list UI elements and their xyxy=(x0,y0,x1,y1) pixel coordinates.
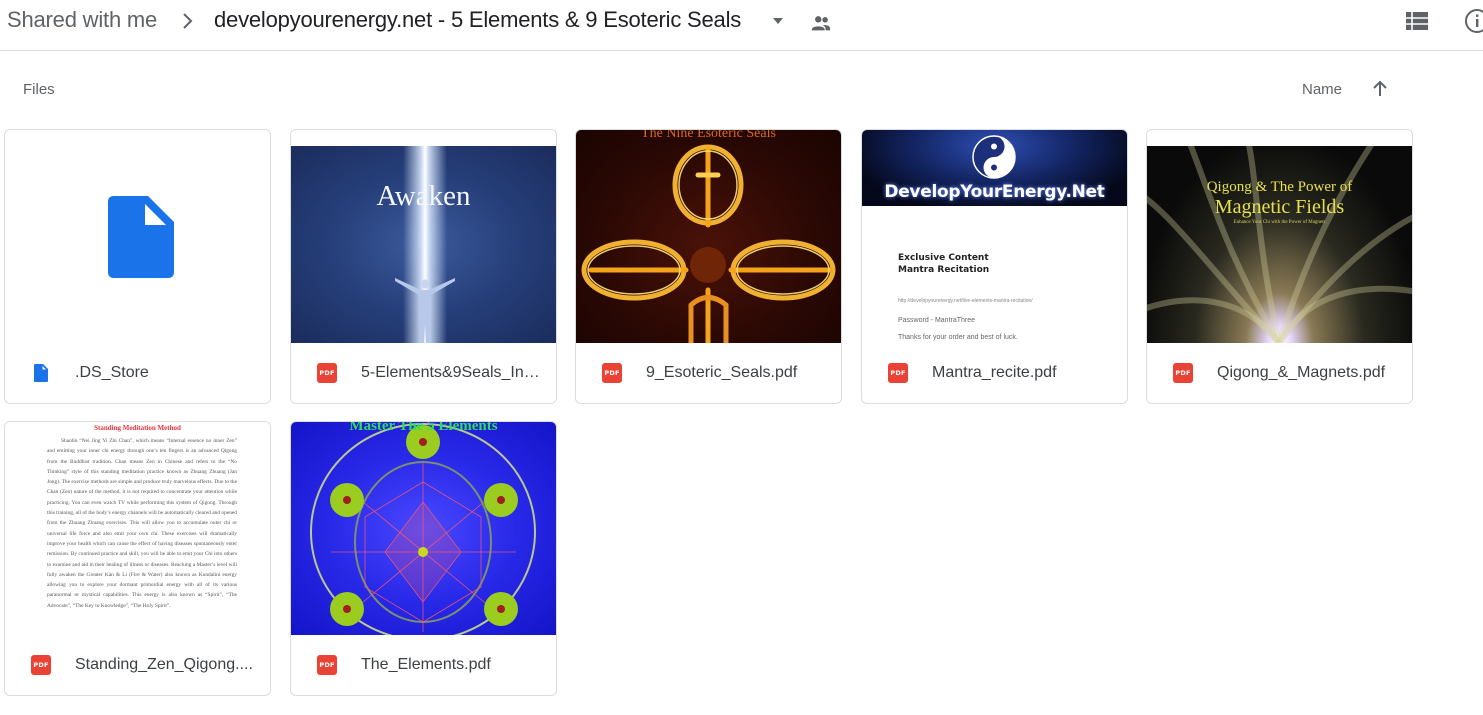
card-footer: PDF The_Elements.pdf xyxy=(291,635,556,695)
thumbnail-subtitle: Enhance Your Chi with the Power of Magne… xyxy=(1233,220,1326,225)
breadcrumb-shared-with-me[interactable]: Shared with me xyxy=(7,7,157,33)
magnetic-field-lines xyxy=(1147,146,1412,343)
card-footer: PDF Qigong_&_Magnets.pdf xyxy=(1147,343,1412,403)
thumbnail-title: Master The 5 Elements xyxy=(349,422,498,434)
people-icon xyxy=(811,16,831,31)
file-card[interactable]: The Nine Esoteric Seals PDF 9_Esoteric_S… xyxy=(575,129,842,404)
pdf-icon: PDF xyxy=(317,363,337,383)
pdf-icon: PDF xyxy=(1173,363,1193,383)
sort-by-name-button[interactable]: Name xyxy=(1302,81,1342,98)
pdf-icon: PDF xyxy=(602,363,622,383)
file-thumbnail xyxy=(5,130,270,343)
top-bar: Shared with me developyourenergy.net - 5… xyxy=(0,0,1483,51)
card-footer: PDF 5-Elements&9Seals_Int... xyxy=(291,343,556,403)
file-card[interactable]: .DS_Store xyxy=(4,129,271,404)
file-thumbnail: The Nine Esoteric Seals xyxy=(576,130,841,343)
chevron-right-icon xyxy=(183,13,193,29)
files-section-label: Files xyxy=(23,81,55,98)
thumbnail-heading-line: Mantra Recitation xyxy=(898,265,990,275)
file-name: 9_Esoteric_Seals.pdf xyxy=(646,364,798,381)
card-footer: PDF Mantra_recite.pdf xyxy=(862,343,1127,403)
file-type-icon xyxy=(34,364,48,382)
thumbnail-password: Password - MantraThree xyxy=(898,317,976,324)
file-card[interactable]: Awaken PDF 5-Elements&9Seals_Int... xyxy=(290,129,557,404)
file-name: The_Elements.pdf xyxy=(361,656,491,673)
file-name: Mantra_recite.pdf xyxy=(932,364,1057,381)
info-icon[interactable] xyxy=(1462,6,1483,36)
card-footer: PDF Standing_Zen_Qigong.... xyxy=(5,635,270,695)
thumbnail-url: http://developyourenergy.net/five-elemen… xyxy=(898,298,1033,304)
file-thumbnail: Standing Meditation Method Shaolin “Nei … xyxy=(5,422,270,635)
pdf-icon: PDF xyxy=(317,655,337,675)
file-thumbnail: Master The 5 Elements xyxy=(291,422,556,635)
file-card[interactable]: Standing Meditation Method Shaolin “Nei … xyxy=(4,421,271,696)
file-card[interactable]: Qigong & The Power of Magnetic Fields En… xyxy=(1146,129,1413,404)
thumbnail-title: Qigong & The Power of xyxy=(1206,179,1353,195)
thumbnail-banner: DevelopYourEnergy.Net xyxy=(862,130,1127,206)
breadcrumb-current-folder[interactable]: developyourenergy.net - 5 Elements & 9 E… xyxy=(214,7,741,33)
pdf-icon: PDF xyxy=(31,655,51,675)
thumbnail-title: Magnetic Fields xyxy=(1214,196,1345,218)
arrow-up-icon[interactable] xyxy=(1370,79,1390,99)
file-card[interactable]: Master The 5 Elements PDF The_Elements.p… xyxy=(290,421,557,696)
file-name: 5-Elements&9Seals_Int... xyxy=(361,364,541,381)
card-footer: .DS_Store xyxy=(5,343,270,403)
file-thumbnail: Qigong & The Power of Magnetic Fields En… xyxy=(1147,146,1412,343)
card-footer: PDF 9_Esoteric_Seals.pdf xyxy=(576,343,841,403)
file-thumbnail: DevelopYourEnergy.Net Exclusive Content … xyxy=(862,130,1127,343)
file-thumbnail: Awaken xyxy=(291,146,556,343)
flaming-vajra-image xyxy=(581,144,836,343)
thumbnail-heading: Exclusive Content Mantra Recitation xyxy=(898,252,989,276)
thumbnail-title: Standing Meditation Method xyxy=(94,424,181,432)
generic-file-icon xyxy=(108,196,174,278)
list-view-icon[interactable] xyxy=(1403,8,1431,34)
person-silhouette xyxy=(395,278,455,343)
file-card[interactable]: DevelopYourEnergy.Net Exclusive Content … xyxy=(861,129,1128,404)
pdf-icon: PDF xyxy=(888,363,908,383)
thumbnail-banner-text: DevelopYourEnergy.Net xyxy=(884,182,1105,202)
thumbnail-thanks: Thanks for your order and best of luck. xyxy=(898,334,1018,341)
thumbnail-title: Awaken xyxy=(376,180,471,212)
file-name: .DS_Store xyxy=(75,364,149,381)
file-name: Qigong_&_Magnets.pdf xyxy=(1217,364,1386,381)
thumbnail-heading-line: Exclusive Content xyxy=(898,253,989,263)
file-name: Standing_Zen_Qigong.... xyxy=(75,656,253,673)
sacred-geometry-image xyxy=(310,423,536,635)
thumbnail-body-text: Shaolin “Nei Jing Yi Zhi Chan”, which me… xyxy=(47,438,237,609)
caret-down-icon[interactable] xyxy=(771,16,785,26)
yin-yang-icon xyxy=(972,135,1016,179)
